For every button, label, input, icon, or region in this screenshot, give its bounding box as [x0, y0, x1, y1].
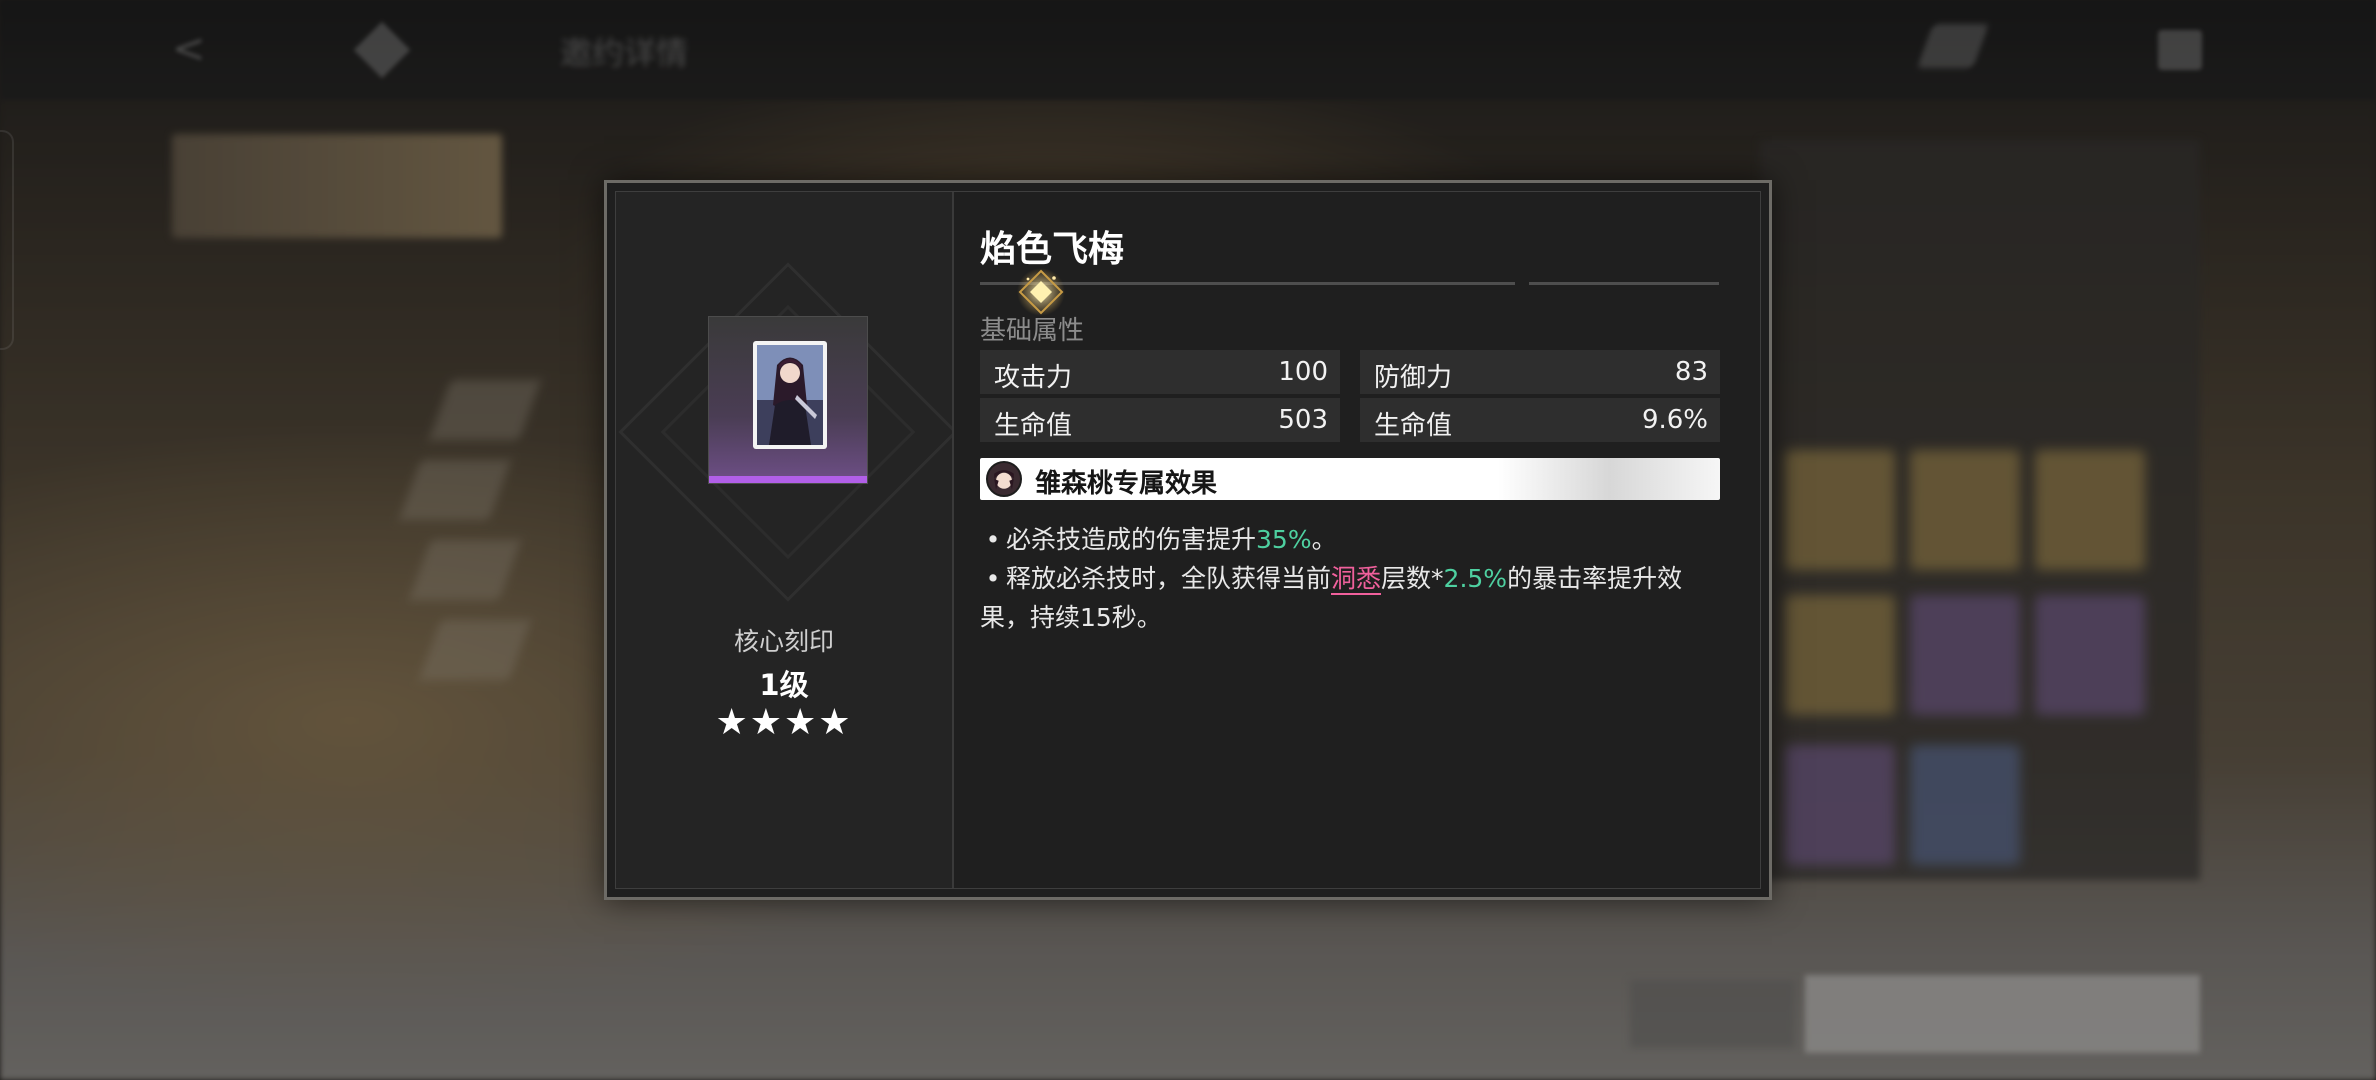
stat-value: 9.6%: [1641, 405, 1708, 435]
effect-text: 。: [1311, 525, 1337, 554]
stat-value: 503: [1278, 405, 1328, 435]
rarity-bar: [709, 476, 867, 483]
keyword-link[interactable]: 洞悉: [1331, 564, 1382, 595]
item-title: 焰色飞梅: [980, 228, 1125, 270]
stat-name: 攻击力: [994, 363, 1073, 393]
exclusive-effect-title: 雏森桃专属效果: [1035, 469, 1218, 499]
effect-text: 层数*: [1381, 564, 1444, 593]
effect-value: 35%: [1256, 525, 1312, 554]
core-level: 1级: [759, 668, 809, 702]
stat-value: 83: [1674, 357, 1708, 387]
item-preview-pane: 核心刻印 1级 ★★★★: [616, 192, 954, 888]
stat-hp-percent: 生命值 9.6%: [1360, 398, 1720, 442]
stat-name: 防御力: [1374, 363, 1453, 393]
effect-line-1: • 必杀技造成的伤害提升35%。: [980, 520, 1710, 559]
stat-value: 100: [1278, 357, 1328, 387]
effect-text: 必杀技造成的伤害提升: [1006, 525, 1257, 554]
character-avatar-icon: [986, 461, 1022, 497]
effect-text: 释放必杀技时，全队获得当前: [1006, 564, 1332, 593]
base-stats-label: 基础属性: [980, 316, 1085, 346]
title-divider-right: [1529, 282, 1719, 285]
item-card: [708, 316, 868, 484]
stat-name: 生命值: [994, 411, 1073, 441]
stat-hp: 生命值 503: [980, 398, 1340, 442]
core-imprint-label: 核心刻印: [733, 627, 834, 656]
bullet: •: [985, 525, 1001, 554]
bullet: •: [985, 564, 1001, 593]
star-rating: ★★★★: [715, 702, 853, 743]
item-detail-modal: 核心刻印 1级 ★★★★ 焰色飞梅 基础属性 攻击力 100 防御力 83 生命…: [604, 180, 1772, 900]
stat-name: 生命值: [1374, 411, 1453, 441]
effect-line-2: • 释放必杀技时，全队获得当前洞悉层数*2.5%的暴击率提升效果，持续15秒。: [980, 559, 1710, 637]
stat-attack: 攻击力 100: [980, 350, 1340, 394]
stat-defense: 防御力 83: [1360, 350, 1720, 394]
modal-frame: 核心刻印 1级 ★★★★ 焰色飞梅 基础属性 攻击力 100 防御力 83 生命…: [615, 191, 1761, 889]
character-portrait: [753, 341, 827, 449]
effect-description: • 必杀技造成的伤害提升35%。 • 释放必杀技时，全队获得当前洞悉层数*2.5%的…: [980, 520, 1710, 637]
effect-value: 2.5%: [1443, 564, 1508, 593]
exclusive-effect-header: 雏森桃专属效果: [980, 458, 1720, 500]
item-info-pane: 焰色飞梅 基础属性 攻击力 100 防御力 83 生命值 503 生命值 9.6…: [954, 192, 1760, 888]
